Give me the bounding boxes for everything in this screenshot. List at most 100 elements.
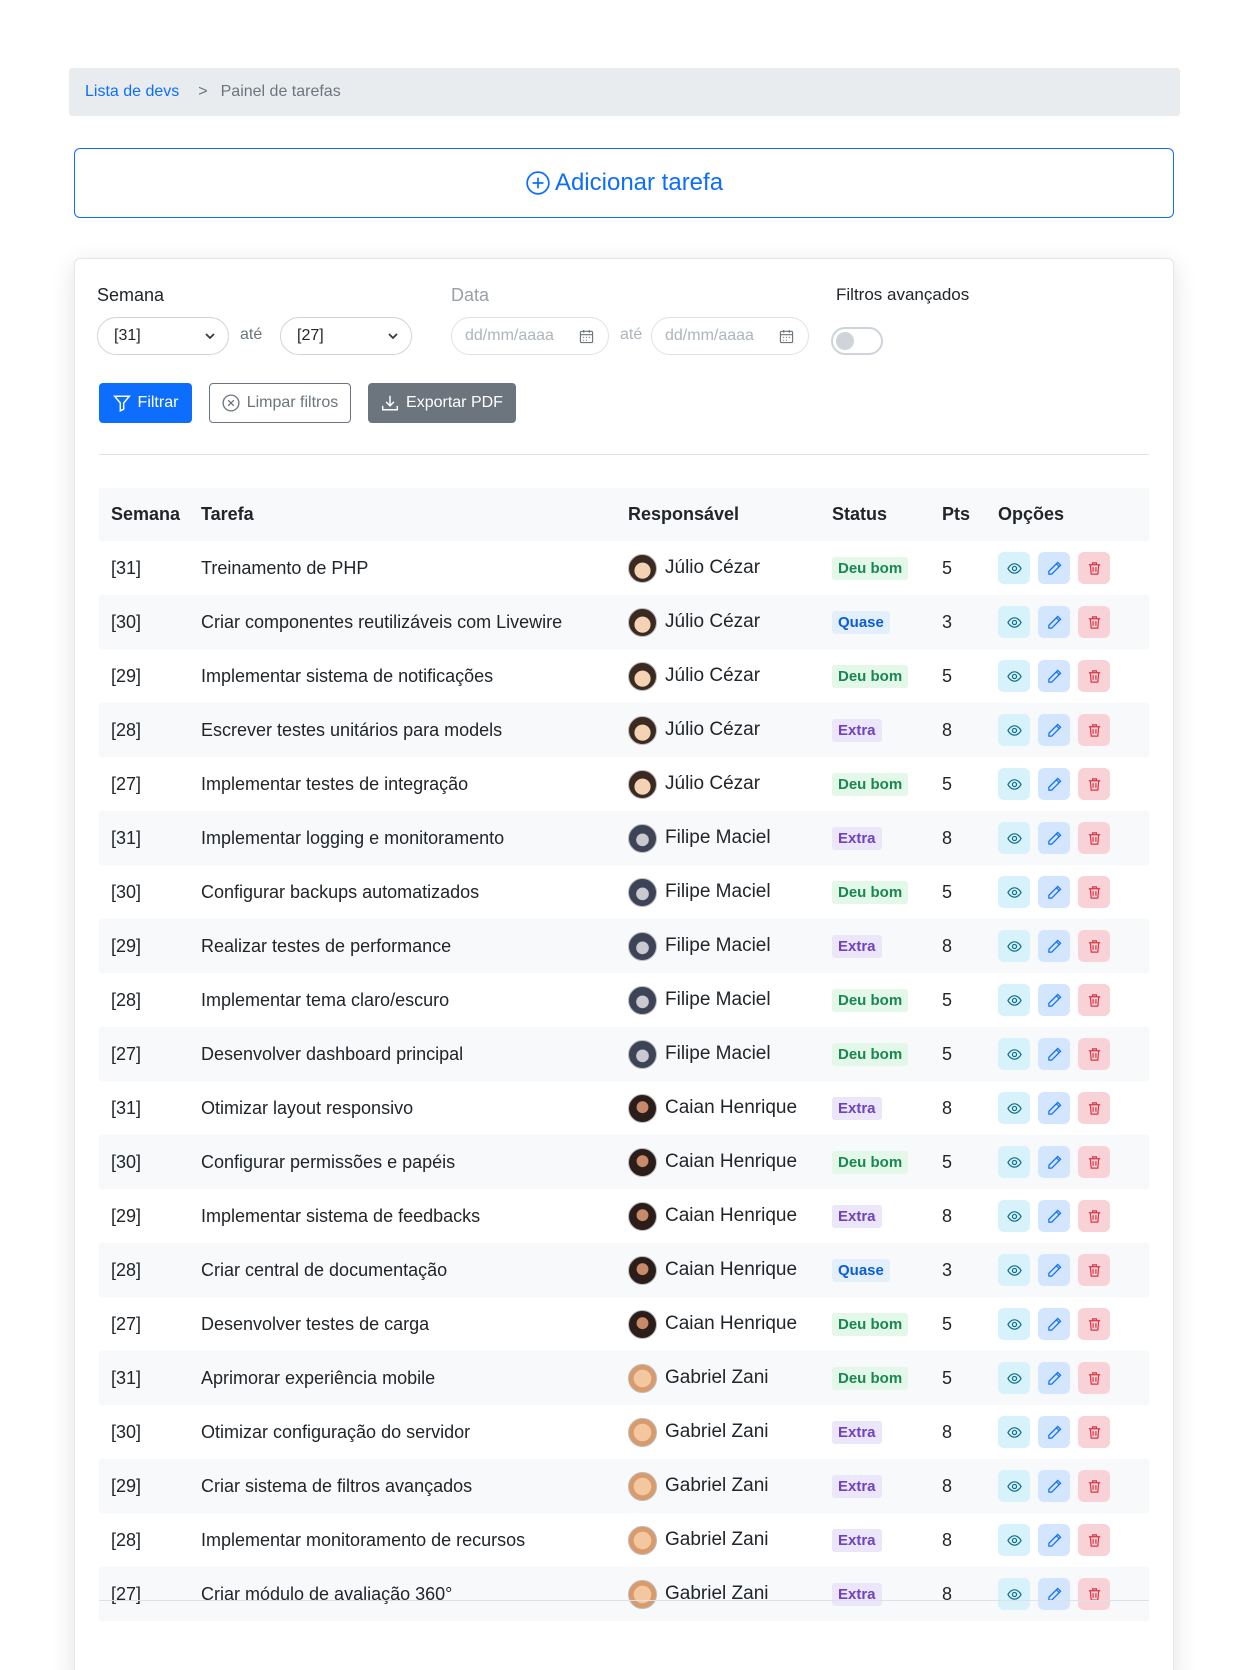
view-task-button[interactable] bbox=[998, 822, 1030, 854]
edit-task-button[interactable] bbox=[1038, 714, 1070, 746]
trash-icon bbox=[1088, 1101, 1100, 1115]
edit-task-button[interactable] bbox=[1038, 1308, 1070, 1340]
table-row: [29] Implementar sistema de notificações J… bbox=[99, 649, 1149, 703]
task-week: [28] bbox=[111, 989, 142, 1010]
delete-task-button[interactable] bbox=[1078, 768, 1110, 800]
delete-task-button[interactable] bbox=[1078, 930, 1110, 962]
avatar bbox=[628, 985, 657, 1015]
task-owner: Gabriel Zani bbox=[628, 1363, 832, 1393]
advanced-filters-toggle[interactable] bbox=[831, 327, 883, 355]
delete-task-button[interactable] bbox=[1078, 1200, 1110, 1232]
avatar bbox=[628, 877, 657, 907]
edit-task-button[interactable] bbox=[1038, 1524, 1070, 1556]
delete-task-button[interactable] bbox=[1078, 1254, 1110, 1286]
view-task-button[interactable] bbox=[998, 1524, 1030, 1556]
delete-task-button[interactable] bbox=[1078, 1578, 1110, 1610]
view-task-button[interactable] bbox=[998, 930, 1030, 962]
edit-task-button[interactable] bbox=[1038, 768, 1070, 800]
view-task-button[interactable] bbox=[998, 1416, 1030, 1448]
view-task-button[interactable] bbox=[998, 1200, 1030, 1232]
edit-task-button[interactable] bbox=[1038, 1578, 1070, 1610]
delete-task-button[interactable] bbox=[1078, 1146, 1110, 1178]
edit-task-button[interactable] bbox=[1038, 1200, 1070, 1232]
delete-task-button[interactable] bbox=[1078, 1092, 1110, 1124]
clear-filters-button[interactable]: Limpar filtros bbox=[209, 383, 351, 423]
date-to-input[interactable]: dd/mm/aaaa bbox=[651, 317, 809, 355]
breadcrumb-link-devs[interactable]: Lista de devs bbox=[85, 83, 179, 101]
task-title: Implementar logging e monitoramento bbox=[201, 811, 628, 865]
view-task-button[interactable] bbox=[998, 984, 1030, 1016]
task-week: [28] bbox=[99, 1243, 201, 1297]
avatar bbox=[628, 1093, 657, 1123]
view-task-button[interactable] bbox=[998, 714, 1030, 746]
owner-name: Filipe Maciel bbox=[665, 989, 771, 1010]
edit-task-button[interactable] bbox=[1038, 552, 1070, 584]
edit-task-button[interactable] bbox=[1038, 1254, 1070, 1286]
delete-task-button[interactable] bbox=[1078, 1362, 1110, 1394]
delete-task-button[interactable] bbox=[1078, 552, 1110, 584]
table-header-row: Semana Tarefa Responsável Status Pts Opç… bbox=[99, 488, 1149, 541]
delete-task-button[interactable] bbox=[1078, 1308, 1110, 1340]
edit-task-button[interactable] bbox=[1038, 660, 1070, 692]
filter-button[interactable]: Filtrar bbox=[99, 383, 192, 423]
delete-task-button[interactable] bbox=[1078, 876, 1110, 908]
edit-task-button[interactable] bbox=[1038, 1092, 1070, 1124]
view-task-button[interactable] bbox=[998, 606, 1030, 638]
view-task-button[interactable] bbox=[998, 1146, 1030, 1178]
delete-task-button[interactable] bbox=[1078, 984, 1110, 1016]
table-row: [27] Desenvolver dashboard principal Filip… bbox=[99, 1027, 1149, 1081]
view-task-button[interactable] bbox=[998, 552, 1030, 584]
row-options bbox=[998, 1578, 1149, 1610]
delete-task-button[interactable] bbox=[1078, 1416, 1110, 1448]
edit-task-button[interactable] bbox=[1038, 822, 1070, 854]
task-title: Implementar sistema de feedbacks bbox=[201, 1205, 481, 1226]
week-to-select[interactable]: [27] bbox=[280, 317, 412, 355]
edit-task-button[interactable] bbox=[1038, 1362, 1070, 1394]
edit-task-button[interactable] bbox=[1038, 1416, 1070, 1448]
view-task-button[interactable] bbox=[998, 768, 1030, 800]
edit-task-button[interactable] bbox=[1038, 1470, 1070, 1502]
view-task-button[interactable] bbox=[998, 1470, 1030, 1502]
table-row: [30] Criar componentes reutilizáveis com … bbox=[99, 595, 1149, 649]
task-owner: Júlio Cézar bbox=[628, 769, 832, 799]
delete-task-button[interactable] bbox=[1078, 606, 1110, 638]
status-badge: Deu bom bbox=[832, 556, 909, 580]
view-task-button[interactable] bbox=[998, 1578, 1030, 1610]
edit-task-button[interactable] bbox=[1038, 984, 1070, 1016]
owner-name: Caian Henrique bbox=[665, 1313, 798, 1334]
edit-task-button[interactable] bbox=[1038, 606, 1070, 638]
export-pdf-button[interactable]: Exportar PDF bbox=[368, 383, 516, 423]
view-task-button[interactable] bbox=[998, 1308, 1030, 1340]
x-circle-icon bbox=[222, 394, 240, 412]
edit-task-button[interactable] bbox=[1038, 876, 1070, 908]
task-owner: Caian Henrique bbox=[628, 1255, 832, 1285]
delete-task-button[interactable] bbox=[1078, 714, 1110, 746]
view-task-button[interactable] bbox=[998, 876, 1030, 908]
view-task-button[interactable] bbox=[998, 1092, 1030, 1124]
eye-icon bbox=[1006, 1048, 1022, 1060]
view-task-button[interactable] bbox=[998, 660, 1030, 692]
task-title: Implementar testes de integração bbox=[201, 773, 469, 794]
view-task-button[interactable] bbox=[998, 1254, 1030, 1286]
edit-task-button[interactable] bbox=[1038, 1146, 1070, 1178]
view-task-button[interactable] bbox=[998, 1038, 1030, 1070]
task-points: 3 bbox=[942, 1243, 998, 1297]
week-from-select[interactable]: [31] bbox=[97, 317, 229, 355]
delete-task-button[interactable] bbox=[1078, 1038, 1110, 1070]
table-row: [30] Configurar backups automatizados Fili… bbox=[99, 865, 1149, 919]
task-owner: Caian Henrique bbox=[628, 1147, 832, 1177]
owner-name: Filipe Maciel bbox=[665, 935, 771, 956]
delete-task-button[interactable] bbox=[1078, 1524, 1110, 1556]
date-from-input[interactable]: dd/mm/aaaa bbox=[451, 317, 609, 355]
delete-task-button[interactable] bbox=[1078, 822, 1110, 854]
row-options bbox=[998, 1254, 1149, 1286]
add-task-button[interactable]: Adicionar tarefa bbox=[74, 148, 1174, 218]
delete-task-button[interactable] bbox=[1078, 1470, 1110, 1502]
view-task-button[interactable] bbox=[998, 1362, 1030, 1394]
date-between-label: até bbox=[620, 326, 643, 343]
status-badge: Deu bom bbox=[832, 988, 909, 1012]
task-owner: Gabriel Zani bbox=[628, 1525, 832, 1555]
edit-task-button[interactable] bbox=[1038, 930, 1070, 962]
delete-task-button[interactable] bbox=[1078, 660, 1110, 692]
edit-task-button[interactable] bbox=[1038, 1038, 1070, 1070]
